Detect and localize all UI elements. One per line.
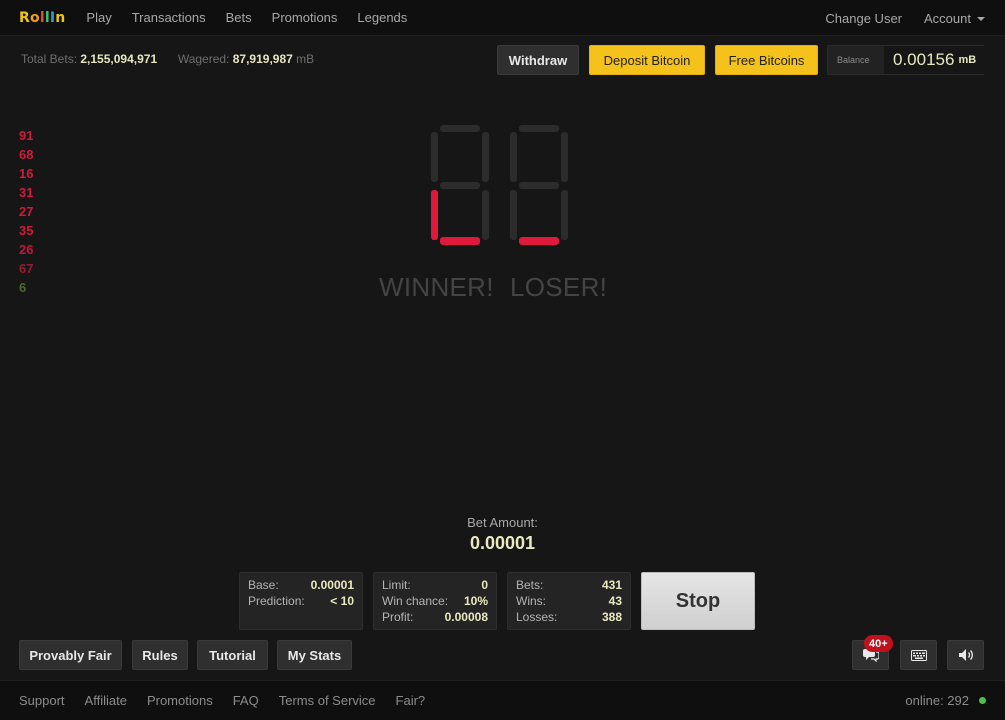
limit-value: 0	[481, 578, 488, 592]
wagered-value: 87,919,987	[232, 52, 293, 66]
footer: Support Affiliate Promotions FAQ Terms o…	[0, 680, 1005, 720]
bet-amount-value: 0.00001	[469, 533, 536, 553]
wins-value: 43	[608, 594, 622, 608]
total-bets-value: 2,155,094,971	[80, 52, 158, 66]
losses-label: Losses:	[516, 610, 558, 624]
history-result: 31	[19, 185, 34, 200]
segment-middle	[519, 182, 559, 189]
profit-value: 0.00008	[444, 610, 488, 624]
free-bitcoins-button[interactable]: Free Bitcoins	[715, 45, 818, 75]
winner-label: WINNER!	[379, 272, 494, 302]
total-bets-label: Total Bets:	[21, 52, 78, 66]
logo-letter: o	[29, 9, 40, 26]
bets-label: Bets:	[516, 578, 544, 592]
footer-fair[interactable]: Fair?	[396, 693, 426, 708]
segment-top-left	[510, 132, 517, 182]
profit-label: Profit:	[382, 610, 414, 624]
prediction-label: Prediction:	[248, 594, 305, 608]
page: RollIn Play Transactions Bets Promotions…	[0, 0, 1005, 720]
stop-button[interactable]: Stop	[641, 572, 755, 630]
segment-top-left	[431, 132, 438, 182]
segment-top	[519, 125, 559, 132]
bet-amount-label: Bet Amount:	[467, 515, 538, 530]
global-stats: Total Bets: 2,155,094,971 Wagered: 87,91…	[21, 52, 314, 66]
segment-top	[440, 125, 480, 132]
caret-down-icon	[977, 17, 985, 22]
base-label: Base:	[248, 578, 279, 592]
balance-value: 0.00156	[893, 50, 955, 69]
limit-label: Limit:	[382, 578, 411, 592]
provably-fair-button[interactable]: Provably Fair	[19, 640, 122, 670]
online-status-dot	[979, 697, 986, 704]
balance-label: Balance	[837, 55, 870, 65]
losses-value: 388	[601, 610, 622, 624]
logo-letter: R	[19, 9, 30, 26]
sound-button[interactable]	[947, 640, 984, 670]
history-result: 16	[19, 166, 34, 181]
change-user-link[interactable]: Change User	[825, 11, 902, 26]
keyboard-icon	[910, 649, 927, 661]
bets-value: 431	[601, 578, 622, 592]
loser-label: LOSER!	[510, 272, 608, 302]
withdraw-button[interactable]: Withdraw	[497, 45, 579, 75]
segment-top-right	[482, 132, 489, 182]
nav-links: Play Transactions Bets Promotions Legend…	[86, 10, 427, 25]
balance-box: Balance 0.00156 mB	[827, 45, 985, 75]
footer-affiliate[interactable]: Affiliate	[85, 693, 127, 708]
account-dropdown[interactable]: Account	[924, 11, 985, 26]
history-result: 6	[19, 280, 27, 295]
footer-promotions[interactable]: Promotions	[147, 693, 213, 708]
history-result: 91	[19, 128, 34, 143]
segment-bottom	[440, 237, 480, 245]
segment-bottom-right	[561, 190, 568, 240]
segment-bottom-left	[431, 190, 438, 240]
footer-links: Support Affiliate Promotions FAQ Terms o…	[19, 693, 445, 708]
account-label: Account	[924, 10, 971, 26]
wagered-label: Wagered:	[177, 52, 230, 66]
history-result: 35	[19, 223, 34, 238]
top-navbar: RollIn Play Transactions Bets Promotions…	[0, 0, 1005, 36]
base-panel: Base: 0.00001 Prediction: < 10	[239, 572, 363, 630]
win-chance-value: 10%	[463, 594, 488, 608]
footer-faq[interactable]: FAQ	[233, 693, 259, 708]
balance-display: 0.00156 mB	[884, 46, 985, 74]
segment-middle	[440, 182, 480, 189]
footer-terms[interactable]: Terms of Service	[279, 693, 376, 708]
balance-unit: mB	[958, 54, 977, 66]
my-stats-button[interactable]: My Stats	[277, 640, 352, 670]
rules-button[interactable]: Rules	[132, 640, 188, 670]
session-stats-panel: Bets: 431 Wins: 43 Losses: 388	[507, 572, 631, 630]
history-result: 67	[19, 261, 34, 276]
wins-label: Wins:	[516, 594, 546, 608]
segment-bottom	[519, 237, 559, 245]
tutorial-button[interactable]: Tutorial	[197, 640, 268, 670]
nav-right: Change User Account	[803, 0, 985, 36]
segment-bottom-left	[510, 190, 517, 240]
online-count: online: 292	[905, 693, 969, 708]
win-chance-label: Win chance:	[382, 594, 449, 608]
history-result: 68	[19, 147, 34, 162]
chat-unread-badge: 40+	[864, 635, 893, 652]
nav-play[interactable]: Play	[86, 10, 111, 25]
deposit-bitcoin-button[interactable]: Deposit Bitcoin	[589, 45, 705, 75]
footer-support[interactable]: Support	[19, 693, 65, 708]
wagered-unit: mB	[296, 52, 315, 66]
prediction-value: < 10	[330, 594, 354, 608]
speaker-icon	[958, 649, 973, 661]
logo-letter: n	[55, 9, 66, 26]
base-value: 0.00001	[310, 578, 354, 592]
history-result: 26	[19, 242, 34, 257]
limit-panel: Limit: 0 Win chance: 10% Profit: 0.00008	[373, 572, 497, 630]
rollin-logo[interactable]: RollIn	[19, 10, 65, 26]
roll-display	[431, 125, 568, 245]
nav-promotions[interactable]: Promotions	[272, 10, 338, 25]
history-result: 27	[19, 204, 34, 219]
segment-bottom-right	[482, 190, 489, 240]
nav-legends[interactable]: Legends	[357, 10, 407, 25]
nav-transactions[interactable]: Transactions	[132, 10, 206, 25]
segment-top-right	[561, 132, 568, 182]
keyboard-button[interactable]	[900, 640, 937, 670]
nav-bets[interactable]: Bets	[226, 10, 252, 25]
results-history: 91 68 16 31 27 35 26 67 6	[19, 126, 33, 297]
